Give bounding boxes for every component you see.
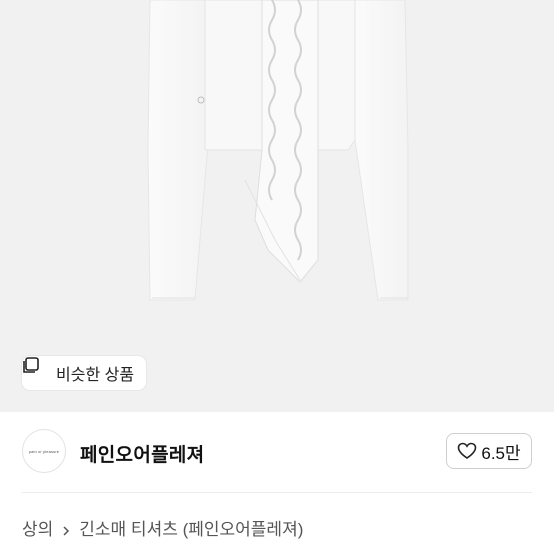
section-divider [0,412,554,420]
product-image[interactable]: 비슷한 상품 [0,0,554,412]
like-button[interactable]: 6.5만 [446,433,532,469]
heart-icon [457,442,477,460]
breadcrumb-subcategory[interactable]: 긴소매 티셔츠 (페인오어플레져) [79,515,303,540]
product-photo [147,0,409,301]
shop-row[interactable]: pain or pleasure 페인오어플레져 6.5만 [0,420,554,486]
shop-logo-text: pain or pleasure [28,448,60,454]
breadcrumb-category[interactable]: 상의 [22,515,53,540]
shop-logo[interactable]: pain or pleasure [22,429,66,473]
breadcrumb: 상의 긴소매 티셔츠 (페인오어플레져) [22,515,303,540]
like-count: 6.5만 [481,443,521,463]
similar-items-label: 비슷한 상품 [56,367,135,384]
similar-items-icon [23,357,50,382]
chevron-right-icon [61,522,71,536]
shop-name[interactable]: 페인오어플레져 [80,440,204,467]
row-divider [22,492,532,493]
similar-items-button[interactable]: 비슷한 상품 [22,356,147,390]
